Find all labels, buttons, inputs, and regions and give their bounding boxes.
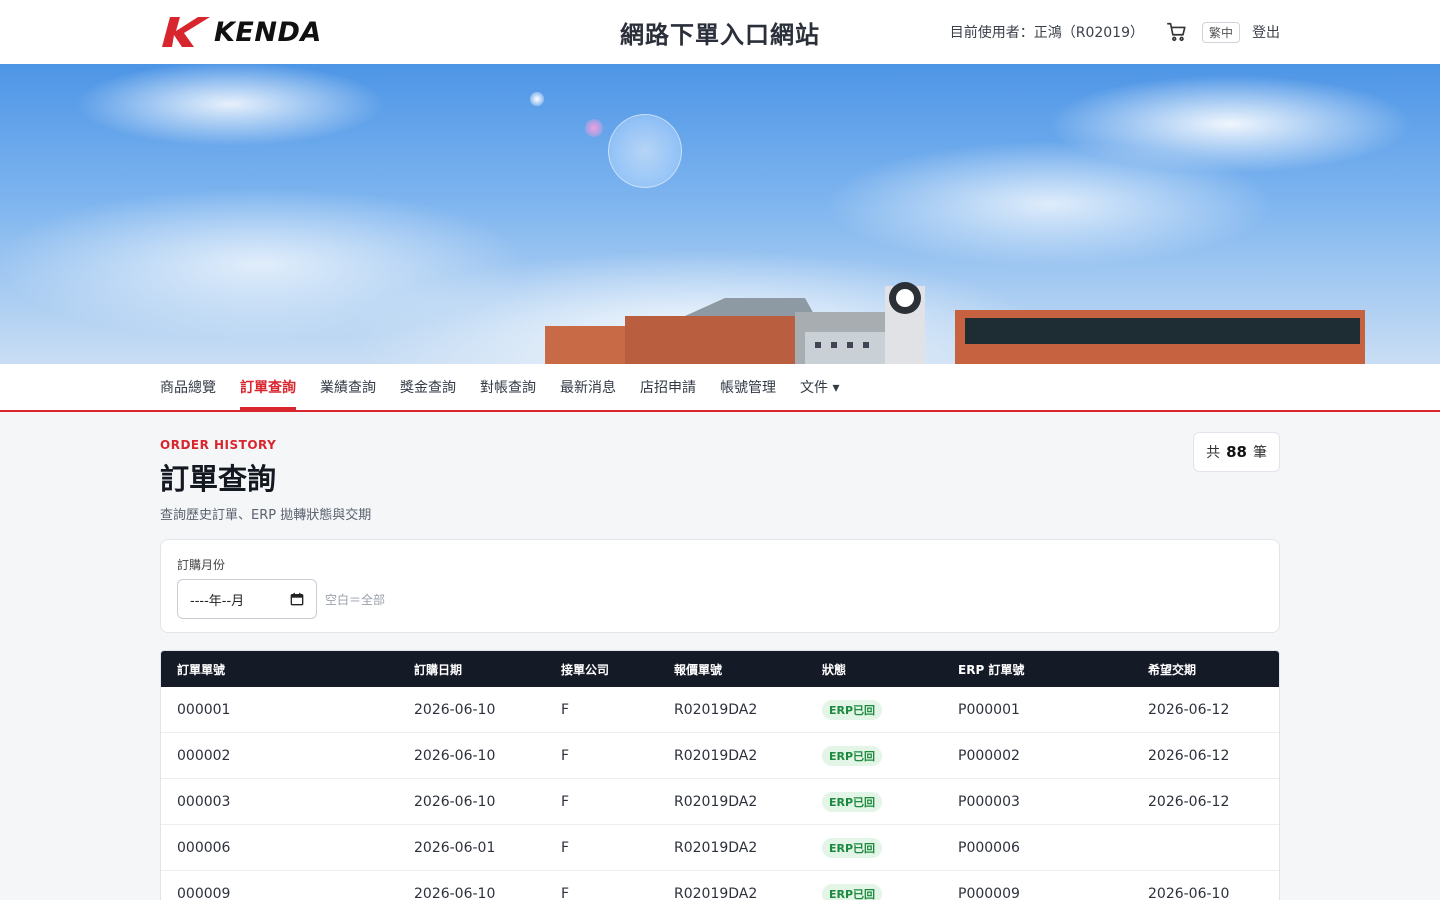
col-header-order-no[interactable]: 訂單單號 xyxy=(161,661,414,678)
month-input-value: ----年--月 xyxy=(190,593,245,609)
site-title: 網路下單入口網站 xyxy=(620,20,820,49)
calendar-icon[interactable] xyxy=(290,592,304,606)
quote-no-cell: R02019DA2 xyxy=(674,747,758,764)
status-badge: ERP已回 xyxy=(822,745,883,766)
main-nav: 商品總覽 訂單查詢 業績查詢 獎金查詢 對帳查詢 最新消息 店招申請 帳號管理 … xyxy=(0,364,1440,412)
nav-item-performance[interactable]: 業績查詢 xyxy=(320,364,376,410)
order-no-cell: 000009 xyxy=(177,885,231,900)
company-cell: F xyxy=(561,701,570,718)
count-prefix: 共 xyxy=(1206,445,1221,461)
date-cell: 2026-06-10 xyxy=(414,747,496,764)
table-row[interactable]: 000006 2026-06-01 F R02019DA2 ERP已回 P000… xyxy=(161,825,1279,871)
nav-item-account[interactable]: 帳號管理 xyxy=(720,364,776,410)
erp-no-cell: P000006 xyxy=(958,839,1020,856)
table-row[interactable]: 000001 2026-06-10 F R02019DA2 ERP已回 P000… xyxy=(161,687,1279,733)
filter-card: 訂購月份 ----年--月 空白＝全部 xyxy=(160,539,1280,633)
status-badge: ERP已回 xyxy=(822,699,883,720)
quote-no-cell: R02019DA2 xyxy=(674,701,758,718)
order-no-cell: 000002 xyxy=(177,747,231,764)
current-user-label: 目前使用者：正鴻（R02019） xyxy=(949,25,1144,41)
order-month-label: 訂購月份 xyxy=(177,558,226,572)
col-header-erp-no[interactable]: ERP 訂單號 xyxy=(958,661,1148,678)
factory-building-image xyxy=(545,282,1365,364)
table-header-row: 訂單單號 訂購日期 接單公司 報價單號 狀態 ERP 訂單號 希望交期 xyxy=(161,651,1279,687)
page-eyebrow: ORDER HISTORY xyxy=(160,438,277,452)
nav-item-signage[interactable]: 店招申請 xyxy=(640,364,696,410)
main-content: ORDER HISTORY 訂單查詢 查詢歷史訂單、ERP 拋轉狀態與交期 共 … xyxy=(160,412,1280,900)
date-cell: 2026-06-01 xyxy=(414,839,496,856)
delivery-cell: 2026-06-12 xyxy=(1148,793,1230,810)
cart-icon[interactable] xyxy=(1164,19,1190,45)
delivery-cell: 2026-06-10 xyxy=(1148,885,1230,900)
banner-lens-flare xyxy=(585,119,603,137)
col-header-company[interactable]: 接單公司 xyxy=(561,661,674,678)
orders-table: 訂單單號 訂購日期 接單公司 報價單號 狀態 ERP 訂單號 希望交期 0000… xyxy=(160,650,1280,900)
count-suffix: 筆 xyxy=(1253,445,1267,461)
record-count-badge: 共 88 筆 xyxy=(1193,432,1280,472)
quote-no-cell: R02019DA2 xyxy=(674,839,758,856)
company-cell: F xyxy=(561,747,570,764)
col-header-delivery[interactable]: 希望交期 xyxy=(1148,661,1279,678)
hero-banner xyxy=(0,64,1440,364)
user-area: 目前使用者：正鴻（R02019） 繁中 登出 xyxy=(950,19,1280,45)
status-badge: ERP已回 xyxy=(822,791,883,812)
nav-item-statements[interactable]: 對帳查詢 xyxy=(480,364,536,410)
order-no-cell: 000006 xyxy=(177,839,231,856)
date-cell: 2026-06-10 xyxy=(414,701,496,718)
status-badge: ERP已回 xyxy=(822,883,883,900)
quote-no-cell: R02019DA2 xyxy=(674,885,758,900)
count-value: 88 xyxy=(1226,443,1247,461)
top-header: KENDA 網路下單入口網站 目前使用者：正鴻（R02019） 繁中 登出 xyxy=(0,0,1440,64)
date-cell: 2026-06-10 xyxy=(414,793,496,810)
order-month-input[interactable]: ----年--月 xyxy=(177,579,317,619)
banner-lens-flare-2 xyxy=(530,92,544,106)
nav-item-products[interactable]: 商品總覽 xyxy=(160,364,216,410)
nav-item-bonus[interactable]: 獎金查詢 xyxy=(400,364,456,410)
kenda-logo-icon xyxy=(162,17,210,47)
erp-no-cell: P000003 xyxy=(958,793,1020,810)
kenda-logo[interactable]: KENDA xyxy=(160,12,322,52)
col-header-date[interactable]: 訂購日期 xyxy=(414,661,561,678)
table-row[interactable]: 000009 2026-06-10 F R02019DA2 ERP已回 P000… xyxy=(161,871,1279,900)
col-header-quote-no[interactable]: 報價單號 xyxy=(674,661,822,678)
nav-item-news[interactable]: 最新消息 xyxy=(560,364,616,410)
delivery-cell: 2026-06-12 xyxy=(1148,747,1230,764)
filter-hint: 空白＝全部 xyxy=(325,592,386,607)
col-header-status[interactable]: 狀態 xyxy=(822,661,958,678)
table-row[interactable]: 000002 2026-06-10 F R02019DA2 ERP已回 P000… xyxy=(161,733,1279,779)
order-no-cell: 000001 xyxy=(177,701,231,718)
logout-link[interactable]: 登出 xyxy=(1252,22,1280,42)
erp-no-cell: P000001 xyxy=(958,701,1020,718)
company-cell: F xyxy=(561,839,570,856)
page-subtitle: 查詢歷史訂單、ERP 拋轉狀態與交期 xyxy=(160,508,372,523)
logo-text: KENDA xyxy=(214,16,322,48)
quote-no-cell: R02019DA2 xyxy=(674,793,758,810)
banner-sun-flare xyxy=(608,114,682,188)
delivery-cell: 2026-06-12 xyxy=(1148,701,1230,718)
nav-item-orders[interactable]: 訂單查詢 xyxy=(240,364,296,410)
nav-item-documents-dropdown[interactable]: 文件 ▾ xyxy=(800,364,839,410)
erp-no-cell: P000009 xyxy=(958,885,1020,900)
language-button[interactable]: 繁中 xyxy=(1201,21,1240,43)
erp-no-cell: P000002 xyxy=(958,747,1020,764)
order-no-cell: 000003 xyxy=(177,793,231,810)
table-row[interactable]: 000003 2026-06-10 F R02019DA2 ERP已回 P000… xyxy=(161,779,1279,825)
company-cell: F xyxy=(561,885,570,900)
company-cell: F xyxy=(561,793,570,810)
date-cell: 2026-06-10 xyxy=(414,885,496,900)
page-title: 訂單查詢 xyxy=(160,462,277,496)
status-badge: ERP已回 xyxy=(822,837,883,858)
